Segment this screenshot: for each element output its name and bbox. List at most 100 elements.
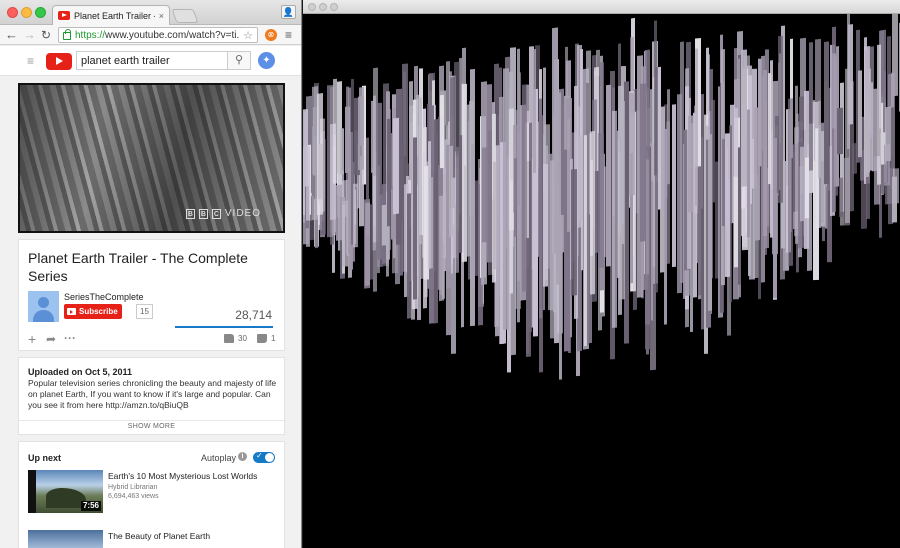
visualizer-bar [342, 200, 348, 267]
plus-icon[interactable]: + [28, 332, 36, 346]
dislike-button[interactable]: 1 [257, 334, 275, 343]
zoom-window-button[interactable] [330, 3, 338, 11]
visualizer-bar [655, 66, 658, 293]
video-player[interactable]: B B C VIDEO [18, 83, 285, 233]
show-more-button[interactable]: SHOW MORE [19, 423, 284, 430]
visualizer-bar [677, 93, 682, 294]
like-button[interactable]: 30 [224, 334, 247, 343]
guide-menu-icon[interactable]: ≡ [27, 54, 34, 68]
search-input[interactable]: planet earth trailer [76, 51, 228, 70]
forward-arrow-icon[interactable]: → [23, 27, 36, 43]
recommended-video-title[interactable]: Earth's 10 Most Mysterious Lost Worlds [108, 471, 257, 482]
subscribe-button[interactable]: Subscribe [64, 304, 122, 319]
video-duration: 7:56 [80, 501, 101, 511]
minimize-window-button[interactable] [319, 3, 327, 11]
visualizer-bar [358, 96, 364, 171]
browser-toolbar: ← → ↻ https://www.youtube.com/watch?v=ti… [0, 25, 301, 45]
visualizer-bar [738, 147, 741, 285]
new-tab-button[interactable] [171, 9, 199, 23]
visualizer-bar [333, 78, 337, 184]
visualizer-bar [831, 53, 836, 129]
search-icon[interactable]: ⚲ [228, 51, 251, 70]
video-info-card: Planet Earth Trailer - The Complete Seri… [18, 239, 285, 351]
autoplay-label: Autoplay [201, 453, 237, 463]
video-title: Planet Earth Trailer - The Complete Seri… [28, 250, 248, 284]
visualizer-bar [865, 49, 869, 178]
video-thumbnail[interactable]: 7:56 [28, 470, 103, 513]
channel-avatar[interactable] [28, 291, 59, 322]
visualizer-bar [454, 61, 460, 152]
desktop: Planet Earth Trailer - Th × 👤 ← → ↻ http… [0, 0, 900, 548]
visualizer-bar [550, 160, 554, 339]
url-text[interactable]: https://www.youtube.com/watch?v=ti... [75, 30, 239, 41]
youtube-favicon-icon [58, 11, 70, 20]
browser-tab-active[interactable]: Planet Earth Trailer - Th × [52, 5, 170, 25]
visualizer-bar [493, 161, 497, 270]
recommended-video[interactable]: The Beauty of Planet Earth [28, 530, 278, 548]
video-thumbnail[interactable] [28, 530, 103, 548]
back-arrow-icon[interactable]: ← [5, 27, 18, 43]
youtube-logo[interactable] [46, 53, 72, 70]
visualization-window [303, 0, 900, 548]
upload-date: Uploaded on Oct 5, 2011 [28, 367, 133, 377]
visualizer-bar [606, 84, 611, 267]
visualizer-bar [429, 177, 433, 269]
tab-close-icon[interactable]: × [159, 11, 164, 21]
info-icon[interactable]: i [238, 452, 247, 461]
visualizer-bar [773, 137, 777, 298]
zoom-window-button[interactable] [35, 7, 46, 18]
thumbs-up-icon [224, 334, 234, 343]
recommended-video-title[interactable]: The Beauty of Planet Earth [108, 531, 210, 542]
visualizer-bar [306, 146, 310, 221]
visualizer-bar [503, 68, 509, 330]
visualizer-bar [462, 83, 467, 263]
visualizer-bar [885, 106, 891, 162]
autoplay-toggle[interactable]: ✓ [253, 451, 275, 463]
thumbs-down-icon [257, 334, 267, 343]
visualizer-bar [892, 176, 897, 223]
visualizer-bar [734, 107, 738, 178]
ellipsis-icon[interactable]: ··· [64, 332, 76, 344]
visualizer-bar [754, 107, 760, 241]
visualizer-bar [688, 115, 693, 213]
visualizer-bar [393, 117, 399, 215]
visualizer-bar [869, 82, 873, 171]
visualizer-bar [708, 133, 712, 311]
visualizer-bar [658, 66, 661, 210]
account-icon[interactable]: ✦ [258, 52, 275, 69]
extension-icon[interactable]: ⊗ [265, 29, 277, 41]
visualizer-bar [510, 180, 513, 294]
close-window-button[interactable] [308, 3, 316, 11]
visualizer-bar [741, 49, 747, 187]
like-ratio-bar [175, 326, 273, 328]
visualizer-bar [837, 107, 843, 155]
chrome-menu-icon[interactable]: ≡ [285, 28, 292, 42]
profile-icon[interactable]: 👤 [281, 5, 296, 19]
avatar-body-shape [33, 310, 54, 322]
visualizer-bar [340, 128, 344, 175]
bbc-video-watermark: B B C VIDEO [185, 208, 261, 219]
visualizer-bar [667, 89, 670, 185]
tab-bar: Planet Earth Trailer - Th × 👤 [0, 0, 301, 25]
visualizer-bar [539, 98, 542, 319]
share-arrow-icon[interactable]: ➦ [46, 332, 56, 346]
visualizer-bar [434, 119, 438, 324]
divider [19, 420, 284, 421]
visualizer-bar [413, 137, 417, 300]
address-bar[interactable]: https://www.youtube.com/watch?v=ti... ☆ [58, 27, 258, 43]
visualizer-bar [858, 70, 862, 158]
reload-icon[interactable]: ↻ [41, 27, 51, 43]
visualizer-bar [809, 42, 813, 171]
visualizer-bar [376, 102, 382, 260]
bookmark-star-icon[interactable]: ☆ [243, 29, 253, 42]
minimize-window-button[interactable] [21, 7, 32, 18]
channel-name-link[interactable]: SeriesTheComplete [64, 292, 144, 302]
description-card: Uploaded on Oct 5, 2011 Popular televisi… [18, 357, 285, 435]
recommended-video[interactable]: 7:56 Earth's 10 Most Mysterious Lost Wor… [28, 470, 278, 514]
visualizer-bar [522, 84, 527, 292]
dislike-count: 1 [271, 334, 276, 343]
visualizer-bar [619, 100, 625, 300]
close-window-button[interactable] [7, 7, 18, 18]
visualizer-bar [365, 202, 370, 286]
visualizer-bar [533, 49, 536, 174]
